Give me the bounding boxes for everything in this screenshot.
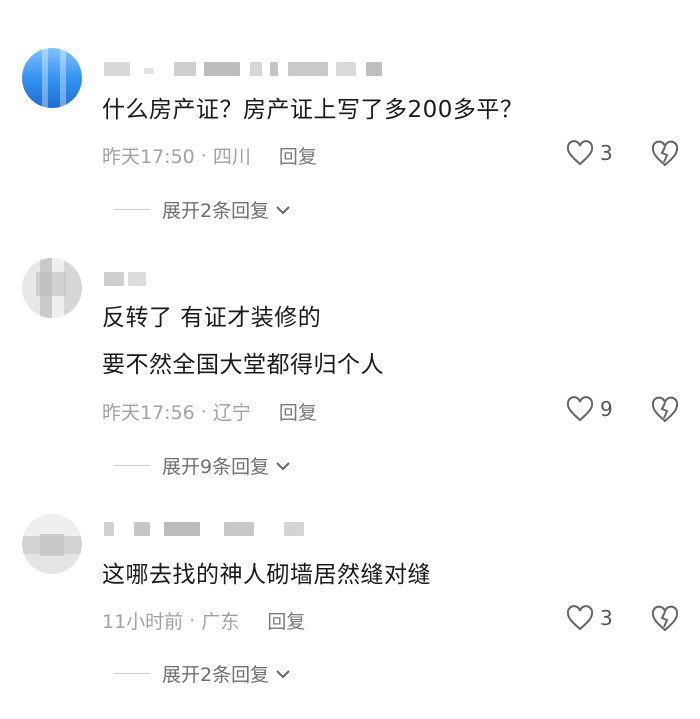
reply-button[interactable]: 回复 [279, 398, 317, 425]
expand-replies-button[interactable]: 展开9条回复 [114, 452, 291, 479]
heart-outline-icon [566, 396, 594, 422]
comment-location: 辽宁 [212, 402, 251, 424]
avatar[interactable] [22, 48, 82, 108]
comment-meta: 11小时前 · 广东 回复 [102, 607, 305, 634]
comment-location: 四川 [212, 146, 251, 168]
divider [114, 209, 150, 210]
dislike-button[interactable] [650, 396, 680, 428]
heart-outline-icon [566, 605, 594, 631]
broken-heart-icon [651, 396, 679, 423]
divider [114, 465, 150, 466]
dislike-button[interactable] [650, 140, 680, 172]
like-count: 3 [600, 606, 613, 630]
comment-time: 昨天17:50 [102, 146, 195, 168]
comment-text: 要不然全国大堂都得归个人 [102, 352, 384, 378]
dislike-button[interactable] [650, 605, 680, 637]
expand-replies-button[interactable]: 展开2条回复 [114, 196, 291, 223]
username-blurred[interactable] [104, 272, 154, 290]
like-button[interactable]: 3 [566, 140, 613, 166]
chevron-down-icon [276, 205, 290, 214]
expand-replies-label: 展开2条回复 [162, 664, 270, 686]
comment-time: 昨天17:56 [102, 402, 195, 424]
comment-meta: 昨天17:56 · 辽宁 回复 [102, 398, 317, 425]
comment-text: 这哪去找的神人砌墙居然缝对缝 [102, 562, 431, 588]
expand-replies-button[interactable]: 展开2条回复 [114, 660, 291, 687]
comment-location: 广东 [201, 611, 240, 633]
like-button[interactable]: 9 [566, 396, 613, 422]
broken-heart-icon [651, 140, 679, 167]
chevron-down-icon [276, 461, 290, 470]
chevron-down-icon [276, 669, 290, 678]
like-count: 9 [600, 397, 613, 421]
divider [114, 673, 150, 674]
avatar[interactable] [22, 258, 82, 318]
username-blurred[interactable] [104, 522, 304, 540]
reply-button[interactable]: 回复 [279, 142, 317, 169]
reply-button[interactable]: 回复 [267, 607, 305, 634]
heart-outline-icon [566, 140, 594, 166]
expand-replies-label: 展开2条回复 [162, 200, 270, 222]
username-blurred[interactable] [104, 62, 394, 80]
expand-replies-label: 展开9条回复 [162, 456, 270, 478]
like-count: 3 [600, 141, 613, 165]
broken-heart-icon [651, 605, 679, 632]
like-button[interactable]: 3 [566, 605, 613, 631]
comment-text: 什么房产证？房产证上写了多200多平？ [102, 97, 524, 123]
comment-text: 反转了 有证才装修的 [102, 305, 322, 331]
comment-time: 11小时前 [102, 611, 184, 633]
comment-meta: 昨天17:50 · 四川 回复 [102, 142, 317, 169]
avatar[interactable] [22, 514, 82, 574]
